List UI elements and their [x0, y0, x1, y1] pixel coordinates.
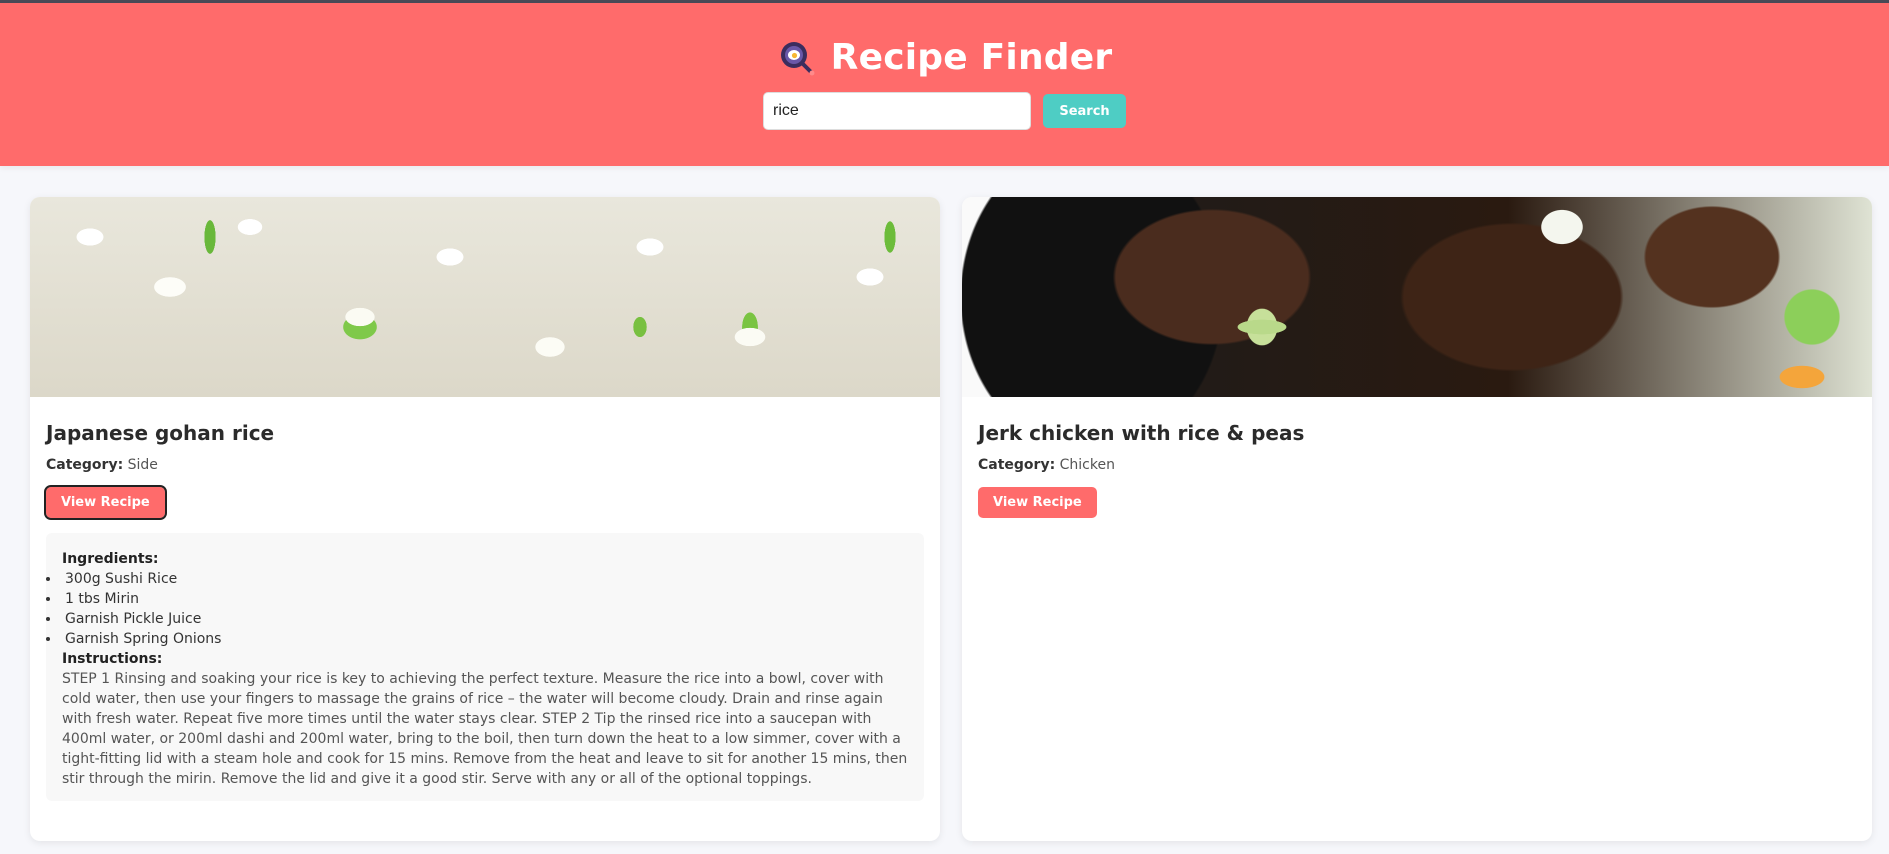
category-value: Side [127, 457, 158, 473]
recipe-details: Ingredients: 300g Sushi Rice 1 tbs Mirin… [46, 533, 924, 801]
magnifier-egg-icon [780, 41, 815, 75]
brand: Recipe Finder [777, 37, 1113, 78]
category-label: Category: [978, 457, 1056, 473]
category-label: Category: [46, 457, 124, 473]
view-recipe-button[interactable]: View Recipe [978, 487, 1097, 518]
recipe-card: Jerk chicken with rice & peas Category: … [962, 197, 1872, 841]
recipe-grid: Japanese gohan rice Category: Side View … [30, 197, 1872, 841]
app-header: Recipe Finder Search [0, 3, 1889, 166]
view-recipe-button[interactable]: View Recipe [44, 485, 167, 520]
recipe-category: Category: Chicken [978, 457, 1856, 473]
recipe-title: Jerk chicken with rice & peas [978, 421, 1305, 445]
list-item: 300g Sushi Rice [46, 569, 908, 589]
list-item: 1 tbs Mirin [46, 589, 908, 609]
search-input[interactable] [763, 92, 1031, 130]
instructions-text: STEP 1 Rinsing and soaking your rice is … [62, 671, 908, 787]
list-item: Garnish Pickle Juice [46, 609, 908, 629]
recipe-image [30, 197, 940, 397]
recipe-card: Japanese gohan rice Category: Side View … [30, 197, 940, 841]
page-title: Recipe Finder [830, 37, 1113, 78]
ingredients-list: 300g Sushi Rice 1 tbs Mirin Garnish Pick… [62, 569, 908, 649]
recipe-image [962, 197, 1872, 397]
search-bar: Search [763, 92, 1126, 130]
list-item: Garnish Spring Onions [46, 629, 908, 649]
category-value: Chicken [1059, 457, 1115, 473]
ingredients-label: Ingredients: [62, 551, 159, 567]
recipe-category: Category: Side [46, 457, 924, 473]
search-button[interactable]: Search [1043, 94, 1126, 128]
instructions-label: Instructions: [62, 651, 163, 667]
recipe-title: Japanese gohan rice [46, 421, 275, 445]
